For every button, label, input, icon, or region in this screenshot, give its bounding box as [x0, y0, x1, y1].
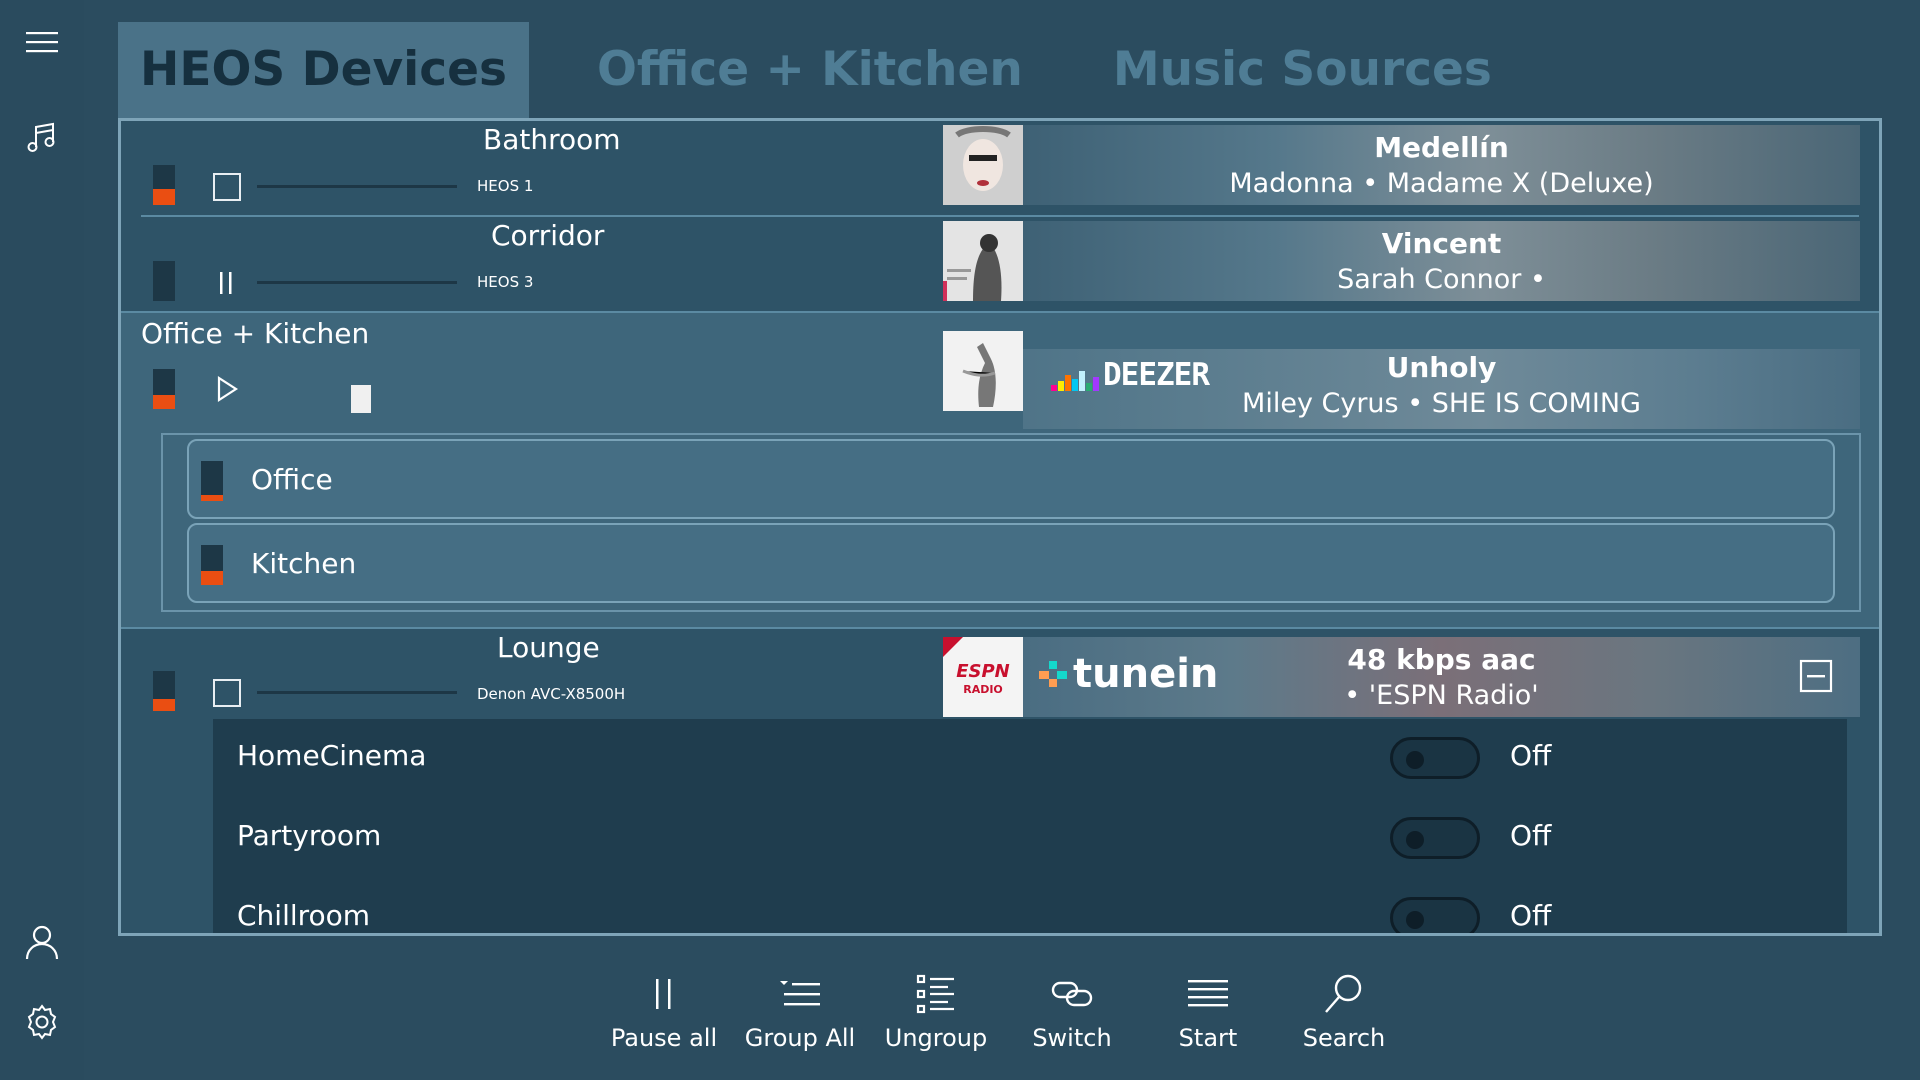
- toggle-state: Off: [1510, 899, 1552, 932]
- track-title: Medellín: [1374, 131, 1509, 164]
- track-title: 48 kbps aac: [1347, 643, 1536, 676]
- stop-button[interactable]: [213, 173, 241, 201]
- search-button[interactable]: Search: [1276, 968, 1412, 1068]
- stop-button[interactable]: [213, 679, 241, 707]
- volume-fill: [153, 189, 175, 205]
- collapse-icon[interactable]: [1799, 659, 1833, 693]
- zone-toggle[interactable]: [1390, 737, 1480, 779]
- button-label: Switch: [1032, 1024, 1112, 1052]
- user-icon[interactable]: [22, 922, 62, 962]
- group-icon: [778, 968, 822, 1020]
- group-members-panel: Office Kitchen: [161, 433, 1861, 612]
- zone-name: Corridor: [491, 219, 605, 252]
- volume-fill: [201, 495, 223, 501]
- volume-bar[interactable]: [153, 261, 175, 301]
- track-title: Vincent: [1381, 227, 1502, 260]
- member-name: Kitchen: [251, 547, 357, 580]
- pause-icon[interactable]: [217, 269, 237, 297]
- zone-row-lounge[interactable]: Lounge Denon AVC-X8500H ESPN RADIO tunein…: [121, 627, 1879, 719]
- zone-toggle[interactable]: [1390, 897, 1480, 933]
- toggle-knob: [1406, 911, 1424, 929]
- group-name: Office + Kitchen: [141, 317, 370, 350]
- switch-button[interactable]: Switch: [1004, 968, 1140, 1068]
- list-icon: [1186, 968, 1230, 1020]
- tab-heos-devices[interactable]: HEOS Devices: [118, 22, 529, 118]
- zone-row-bathroom[interactable]: Bathroom HEOS 1 Medellín Madonna • Madam…: [121, 121, 1879, 217]
- pause-icon: [651, 968, 677, 1020]
- progress-track[interactable]: [257, 281, 457, 284]
- tab-office-kitchen[interactable]: Office + Kitchen: [575, 22, 1045, 118]
- volume-bar[interactable]: [201, 461, 223, 501]
- zone-model: HEOS 1: [477, 177, 534, 195]
- volume-bar[interactable]: [153, 165, 175, 205]
- album-art: [943, 331, 1023, 411]
- zone-toggle[interactable]: [1390, 817, 1480, 859]
- album-art: [943, 125, 1023, 205]
- group-member-office[interactable]: Office: [187, 439, 1835, 519]
- track-subtitle: Miley Cyrus • SHE IS COMING: [1242, 388, 1641, 419]
- link-icon: [1050, 968, 1094, 1020]
- progress-track[interactable]: [257, 185, 457, 188]
- search-icon: [1322, 968, 1366, 1020]
- svg-text:ESPN: ESPN: [956, 661, 1010, 682]
- tab-music-sources[interactable]: Music Sources: [1091, 22, 1514, 118]
- zone-name: Bathroom: [483, 123, 621, 156]
- ungroup-button[interactable]: Ungroup: [868, 968, 1004, 1068]
- bottom-toolbar: Pause all Group All Ungroup Switch Start…: [596, 968, 1412, 1068]
- button-label: Search: [1302, 1024, 1386, 1052]
- zone-model: Denon AVC-X8500H: [477, 685, 626, 703]
- volume-bar[interactable]: [153, 369, 175, 409]
- zone-label: HomeCinema: [237, 739, 427, 772]
- zone-model: HEOS 3: [477, 273, 534, 291]
- zone-row-corridor[interactable]: Corridor HEOS 3 Vincent Sarah Connor •: [121, 217, 1879, 313]
- album-art: [943, 221, 1023, 301]
- button-label: Start: [1178, 1024, 1238, 1052]
- list-item-homecinema: HomeCinema Off: [213, 719, 1847, 799]
- now-playing-panel[interactable]: Vincent Sarah Connor •: [1023, 221, 1860, 301]
- zone-label: Chillroom: [237, 899, 371, 932]
- button-label: Group All: [744, 1024, 856, 1052]
- toggle-state: Off: [1510, 739, 1552, 772]
- volume-bar[interactable]: [201, 545, 223, 585]
- progress-track[interactable]: [257, 691, 457, 694]
- list-item-chillroom: Chillroom Off: [213, 879, 1847, 933]
- left-rail: [0, 0, 84, 1080]
- volume-fill: [153, 699, 175, 711]
- volume-fill: [201, 571, 223, 585]
- zone-label: Partyroom: [237, 819, 382, 852]
- group-member-kitchen[interactable]: Kitchen: [187, 523, 1835, 603]
- devices-panel: Bathroom HEOS 1 Medellín Madonna • Madam…: [118, 118, 1882, 936]
- pause-all-button[interactable]: Pause all: [596, 968, 732, 1068]
- svg-text:RADIO: RADIO: [963, 683, 1003, 696]
- volume-bar[interactable]: [153, 671, 175, 711]
- zone-name: Lounge: [497, 631, 600, 664]
- group-all-button[interactable]: Group All: [732, 968, 868, 1068]
- volume-fill: [153, 395, 175, 409]
- toggle-knob: [1406, 831, 1424, 849]
- track-subtitle: Madonna • Madame X (Deluxe): [1229, 168, 1654, 199]
- now-playing-panel[interactable]: tunein 48 kbps aac • 'ESPN Radio': [1023, 637, 1860, 717]
- list-item-partyroom: Partyroom Off: [213, 799, 1847, 879]
- ungroup-icon: [916, 968, 956, 1020]
- track-title: Unholy: [1386, 351, 1497, 384]
- play-icon[interactable]: [215, 375, 239, 403]
- button-label: Pause all: [610, 1024, 718, 1052]
- start-button[interactable]: Start: [1140, 968, 1276, 1068]
- now-playing-panel[interactable]: DEEZER Unholy Miley Cyrus • SHE IS COMIN…: [1023, 349, 1860, 429]
- track-subtitle: Sarah Connor •: [1337, 264, 1546, 295]
- now-playing-panel[interactable]: Medellín Madonna • Madame X (Deluxe): [1023, 125, 1860, 205]
- album-art: ESPN RADIO: [943, 637, 1023, 717]
- music-note-icon[interactable]: [22, 118, 62, 158]
- lounge-zone-list: HomeCinema Off Partyroom Off Chillroom O…: [213, 719, 1847, 933]
- hamburger-icon[interactable]: [22, 22, 62, 62]
- toggle-state: Off: [1510, 819, 1552, 852]
- track-subtitle: • 'ESPN Radio': [1344, 680, 1539, 711]
- tab-bar: HEOS Devices Office + Kitchen Music Sour…: [118, 22, 1514, 118]
- gear-icon[interactable]: [22, 1002, 62, 1042]
- button-label: Ungroup: [884, 1024, 988, 1052]
- volume-slider-thumb[interactable]: [351, 385, 371, 413]
- member-name: Office: [251, 463, 333, 496]
- toggle-knob: [1406, 751, 1424, 769]
